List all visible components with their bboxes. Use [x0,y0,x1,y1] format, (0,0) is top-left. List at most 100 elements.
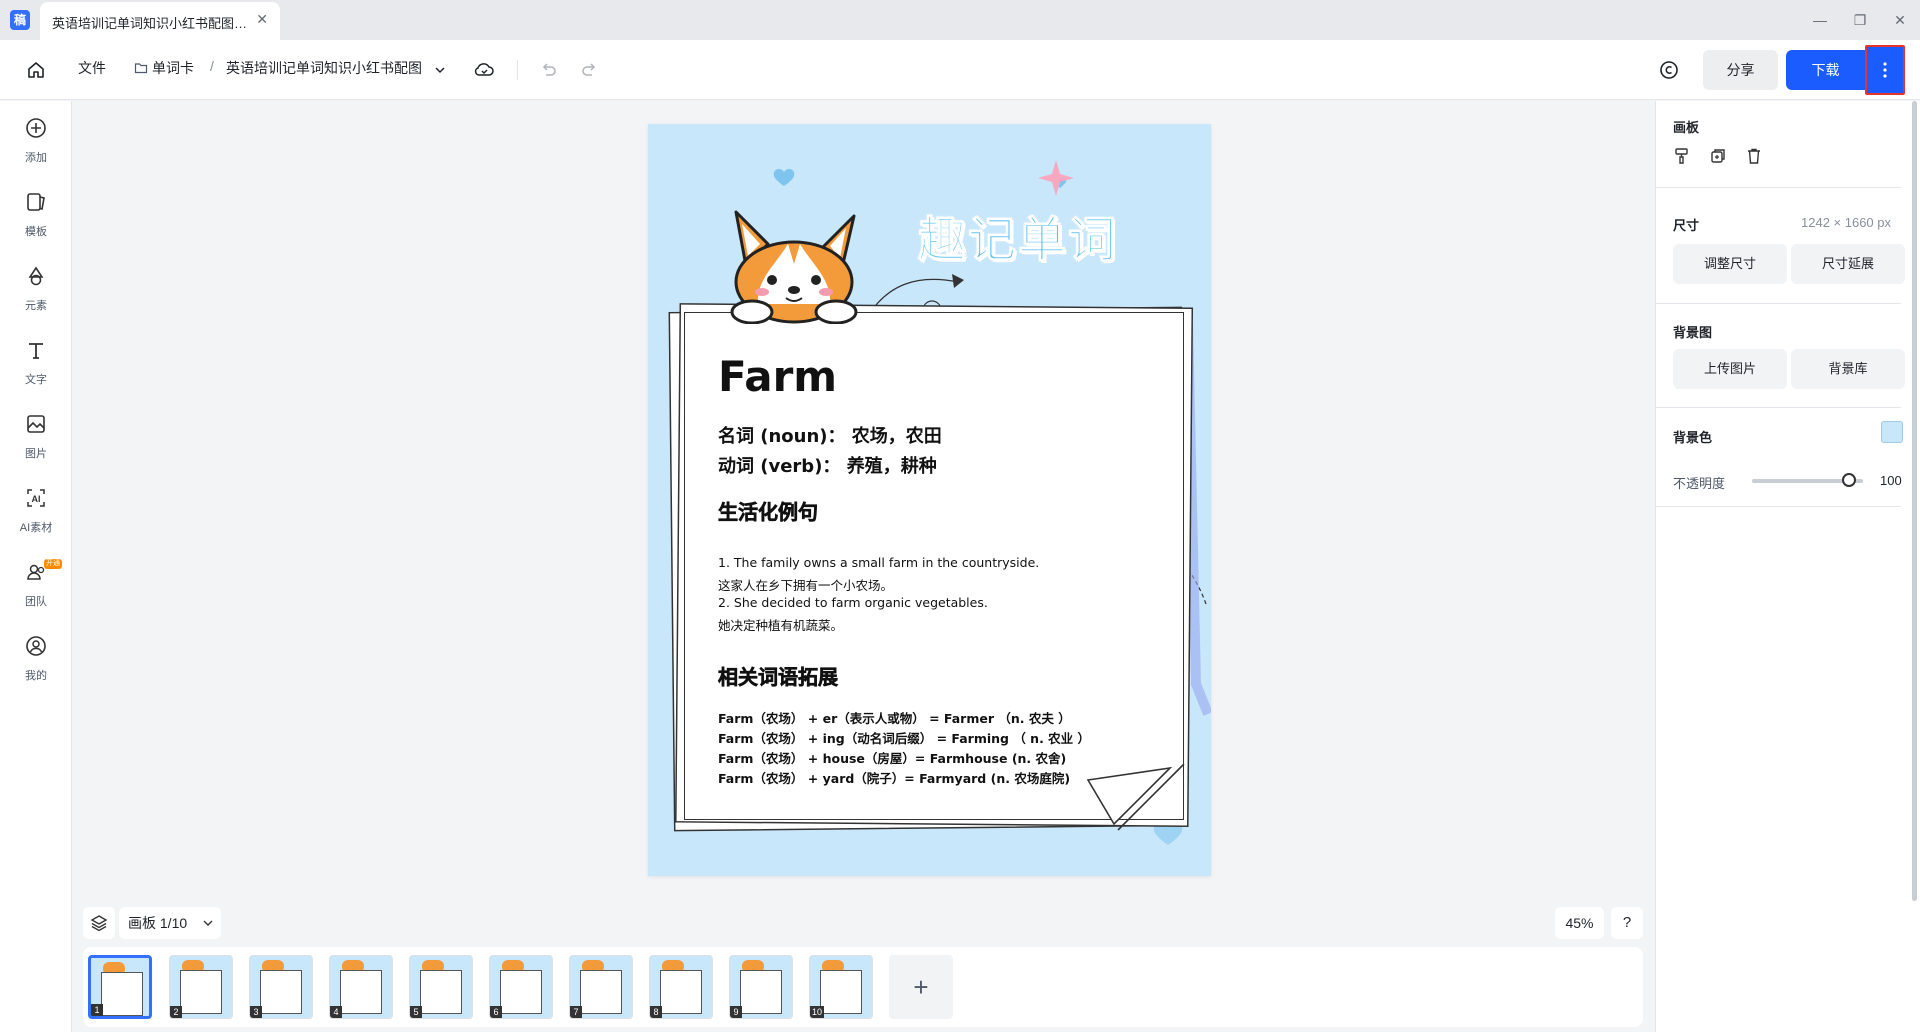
folder-icon [134,63,148,74]
size-value: 1242 × 1660 px [1801,215,1891,230]
thumb-corgi [182,960,204,970]
ai-icon: AI [0,483,72,513]
trash-icon[interactable] [1745,147,1765,167]
artboard-example-line[interactable]: 她决定种植有机蔬菜。 [718,615,843,634]
thumb-paper [260,970,302,1014]
sidebar-item-label: 图片 [25,448,47,460]
thumb-paper [580,970,622,1014]
thumbnail-5[interactable]: 5 [409,955,473,1019]
thumb-corgi [502,960,524,970]
cloud-sync-icon[interactable] [470,56,498,84]
size-extend-button[interactable]: 尺寸延展 [1791,244,1905,284]
opacity-slider-handle[interactable] [1842,473,1856,487]
thumb-corgi [742,960,764,970]
artboard-examples-heading[interactable]: 生活化例句 [718,496,819,525]
breadcrumb-folder-label: 单词卡 [152,60,194,76]
bg-color-swatch[interactable] [1881,421,1903,443]
format-painter-icon[interactable] [1673,147,1693,167]
sidebar-item-mine[interactable]: 我的 [0,631,72,691]
thumb-corgi [582,960,604,970]
plus-circle-icon [0,113,72,143]
sidebar-item-elements[interactable]: 元素 [0,261,72,321]
sidebar-item-template[interactable]: 模板 [0,187,72,247]
thumbnail-strip: 1 2 3 4 5 6 7 8 9 10 + [83,947,1643,1027]
chevron-down-icon[interactable] [426,56,454,84]
thumb-corgi [262,960,284,970]
sidebar-item-label: 元素 [25,300,47,312]
corgi-illustration [730,210,858,324]
add-artboard-button[interactable]: + [889,955,953,1019]
artboard-example-line[interactable]: 1. The family owns a small farm in the c… [718,555,1039,570]
breadcrumb-folder[interactable]: 单词卡 [134,58,194,78]
artboard-def-noun[interactable]: 名词 (noun)： 农场，农田 [718,422,942,448]
more-options-button[interactable] [1865,45,1905,95]
download-button[interactable]: 下载 [1786,50,1865,90]
artboard-selector[interactable]: 画板 1/10 [119,907,221,939]
artboard-heading: 画板 [1673,120,1700,135]
thumbnail-1[interactable]: 1 [88,955,152,1019]
artboard[interactable]: 趣记单词 Farm 名词 (noun)： 农场，农田 动词 (verb)： 养殖… [648,124,1211,876]
sidebar-item-ai[interactable]: AI AI素材 [0,483,72,543]
artboard-extension-line[interactable]: Farm（农场） + house（房屋）= Farmhouse (n. 农舍) [718,748,1066,767]
artboard-cn-title[interactable]: 趣记单词 [917,200,1118,270]
restore-button[interactable]: ❐ [1848,8,1872,32]
thumbnail-4[interactable]: 4 [329,955,393,1019]
thumbnail-number: 10 [810,1006,825,1018]
thumbnail-9[interactable]: 9 [729,955,793,1019]
resize-button[interactable]: 调整尺寸 [1673,244,1787,284]
sidebar-item-team[interactable]: 开通 团队 [0,557,72,617]
sidebar-item-label: 我的 [25,670,47,682]
thumbnail-6[interactable]: 6 [489,955,553,1019]
home-icon[interactable] [22,56,50,84]
thumbnail-7[interactable]: 7 [569,955,633,1019]
layers-button[interactable] [83,907,115,939]
canvas-area[interactable]: 趣记单词 Farm 名词 (noun)： 农场，农田 动词 (verb)： 养殖… [72,101,1655,1032]
bg-color-heading: 背景色 [1673,430,1713,445]
artboard-extension-line[interactable]: Farm（农场） + yard（院子）= Farmyard (n. 农场庭院) [718,768,1070,787]
thumb-corgi [822,960,844,970]
thumb-paper [101,972,143,1016]
artboard-def-verb[interactable]: 动词 (verb)： 养殖，耕种 [718,452,937,478]
thumbnail-10[interactable]: 10 [809,955,873,1019]
minimize-button[interactable]: — [1808,8,1832,32]
undo-icon[interactable] [535,56,563,84]
bg-library-button[interactable]: 背景库 [1791,349,1905,389]
artboard-extension-line[interactable]: Farm（农场） + ing（动名词后缀） = Farming （ n. 农业 … [718,728,1090,747]
sidebar-item-image[interactable]: 图片 [0,409,72,469]
artboard-word-title[interactable]: Farm [718,352,837,401]
sidebar-item-label: 文字 [25,374,47,386]
artboard-example-line[interactable]: 2. She decided to farm organic vegetable… [718,595,988,610]
panel-scrollbar[interactable] [1912,101,1917,901]
help-button[interactable]: ? [1611,907,1643,939]
thumbnail-2[interactable]: 2 [169,955,233,1019]
opacity-value[interactable]: 100 [1880,473,1902,488]
sidebar-item-add[interactable]: 添加 [0,113,72,173]
file-menu[interactable]: 文件 [78,58,106,78]
redo-icon[interactable] [575,56,603,84]
close-window-button[interactable]: ✕ [1888,8,1912,32]
thumb-paper [660,970,702,1014]
zoom-level[interactable]: 45% [1555,907,1604,939]
opacity-label: 不透明度 [1673,476,1726,491]
tab-close-icon[interactable]: ✕ [256,11,268,28]
upload-image-button[interactable]: 上传图片 [1673,349,1787,389]
document-name[interactable]: 英语培训记单词知识小红书配图 [226,58,422,78]
share-button[interactable]: 分享 [1703,50,1778,90]
thumbnail-3[interactable]: 3 [249,955,313,1019]
thumb-paper [740,970,782,1014]
svg-text:AI: AI [32,494,41,504]
sidebar-item-text[interactable]: 文字 [0,335,72,395]
thumbnail-8[interactable]: 8 [649,955,713,1019]
document-tab[interactable]: 英语培训记单词知识小红书配图_... ✕ [40,2,280,40]
artboard-extension-line[interactable]: Farm（农场） + er（表示人或物） = Farmer （n. 农夫 ） [718,708,1071,727]
artboard-example-line[interactable]: 这家人在乡下拥有一个小农场。 [718,575,893,594]
panel-divider [1656,407,1901,408]
text-icon [0,335,72,365]
panel-divider [1656,303,1901,304]
artboard-extension-heading[interactable]: 相关词语拓展 [718,661,839,690]
template-icon [0,187,72,217]
sidebar-item-label: 添加 [25,152,47,164]
thumbnail-number: 3 [250,1006,262,1018]
duplicate-icon[interactable] [1709,147,1729,167]
copyright-icon[interactable] [1655,56,1683,84]
